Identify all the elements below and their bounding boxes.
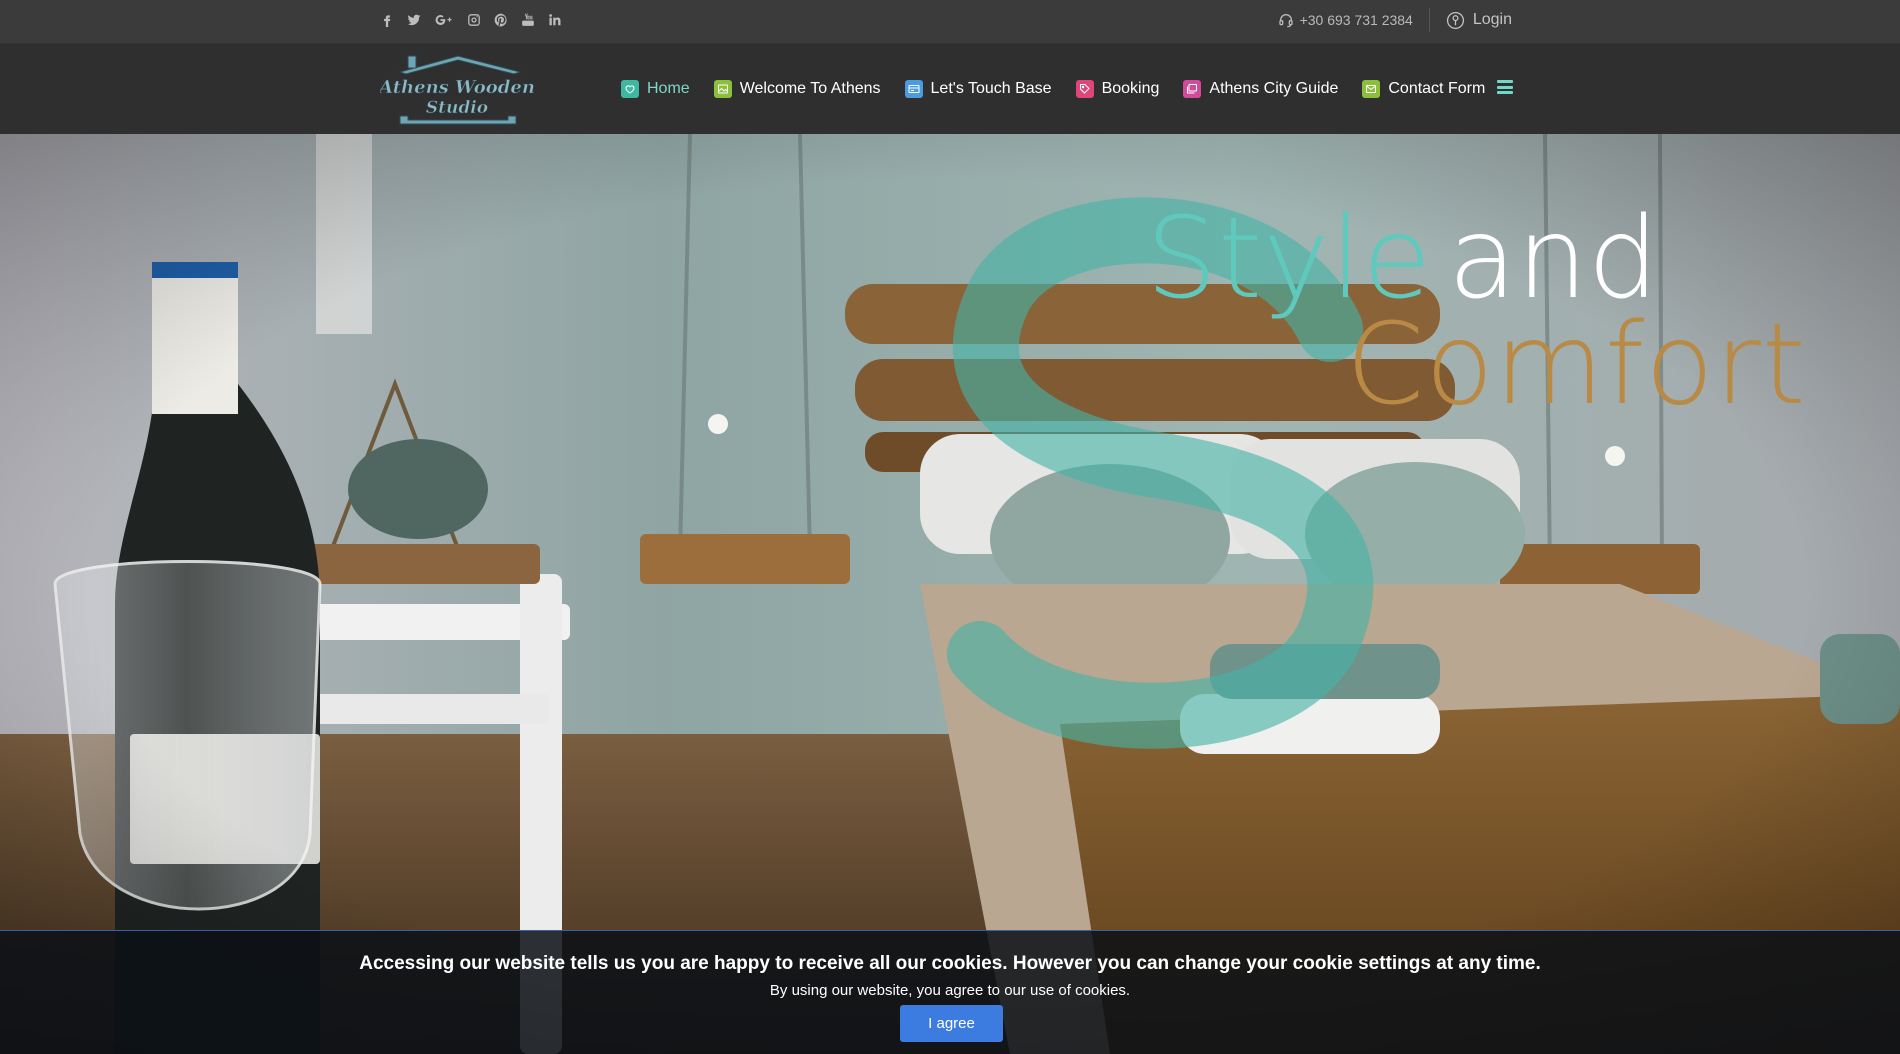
nav-label: Home: [647, 80, 690, 97]
cookie-message: Accessing our website tells us you are h…: [359, 953, 1541, 974]
nav-label: Contact Form: [1388, 80, 1486, 97]
nav-item-lets-touch-base[interactable]: Let's Touch Base: [904, 80, 1052, 98]
top-divider: [1428, 8, 1430, 32]
site-logo[interactable]: Athens Wooden Studio: [380, 50, 535, 128]
nav-item-athens-city-guide[interactable]: Athens City Guide: [1183, 80, 1338, 98]
phone-text: +30 693 731 2384: [1299, 12, 1413, 28]
image-icon: [713, 80, 732, 98]
main-navbar: Athens Wooden Studio Home Welcome To Ath…: [0, 44, 1900, 134]
instagram-icon[interactable]: [467, 13, 481, 27]
primary-menu: Home Welcome To Athens Let's Touch Base …: [621, 44, 1509, 134]
cookie-banner: Accessing our website tells us you are h…: [0, 930, 1900, 1054]
youtube-icon[interactable]: [521, 13, 535, 27]
cookie-submessage: By using our website, you agree to our u…: [769, 982, 1131, 999]
logo-line1: Athens Wooden: [380, 77, 535, 98]
logo-line2: Studio: [426, 98, 488, 118]
photos-icon: [1183, 80, 1202, 98]
top-right-links: +30 693 731 2384 Login: [1278, 0, 1512, 40]
user-circle-icon: [1446, 11, 1464, 29]
nav-label: Athens City Guide: [1209, 80, 1339, 97]
nav-label: Let's Touch Base: [930, 80, 1052, 97]
nav-item-welcome-to-athens[interactable]: Welcome To Athens: [713, 80, 881, 98]
hero-photo: [0, 134, 1900, 1054]
nav-item-home[interactable]: Home: [621, 80, 690, 98]
linkedin-icon[interactable]: [548, 13, 562, 27]
facebook-icon[interactable]: [380, 13, 394, 27]
nav-label: Booking: [1101, 80, 1160, 97]
card-icon: [904, 80, 923, 98]
headset-icon: [1278, 14, 1293, 28]
login-link[interactable]: Login: [1446, 11, 1512, 30]
twitter-icon[interactable]: [407, 13, 421, 27]
tag-icon: [1075, 80, 1094, 98]
nav-item-contact-form[interactable]: Contact Form: [1362, 80, 1485, 98]
google-plus-icon[interactable]: [434, 13, 454, 27]
hamburger-icon[interactable]: [1497, 80, 1513, 94]
cookie-agree-button[interactable]: I agree: [900, 1005, 1003, 1042]
nav-item-booking[interactable]: Booking: [1075, 80, 1160, 98]
hero-banner: Style and Comfort: [0, 134, 1900, 1054]
pinterest-icon[interactable]: [494, 13, 508, 27]
social-links: [380, 0, 562, 40]
envelope-icon: [1362, 80, 1381, 98]
phone-number[interactable]: +30 693 731 2384: [1278, 12, 1413, 28]
login-label: Login: [1472, 11, 1512, 28]
top-bar: +30 693 731 2384 Login: [0, 0, 1900, 44]
nav-label: Welcome To Athens: [739, 80, 881, 97]
logo-roof-icon: [398, 55, 522, 75]
heart-icon: [621, 80, 639, 98]
